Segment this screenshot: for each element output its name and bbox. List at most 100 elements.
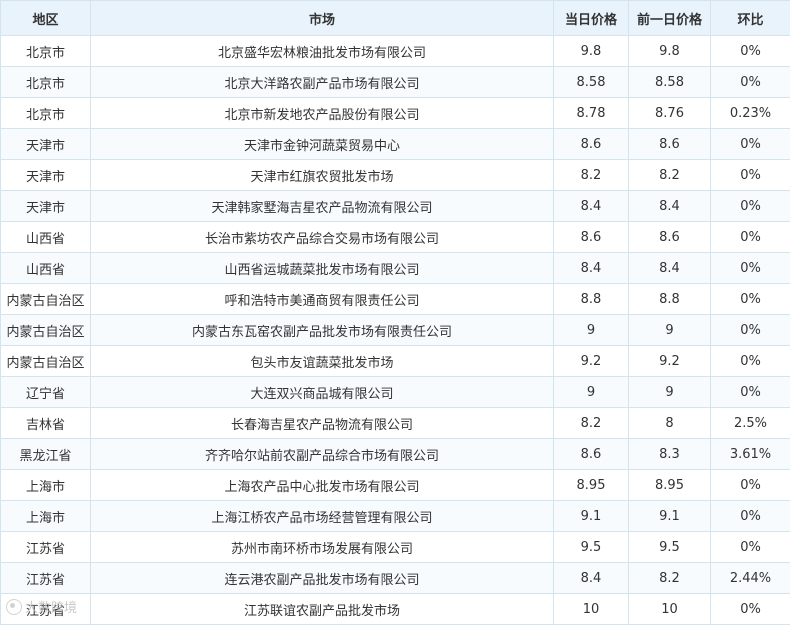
cell-change: 0%	[710, 283, 790, 315]
cell-market: 天津市金钟河蔬菜贸易中心	[90, 128, 554, 160]
cell-region: 天津市	[0, 128, 91, 160]
cell-change: 0%	[710, 593, 790, 625]
cell-prev-price: 8.95	[628, 469, 711, 501]
cell-change: 2.5%	[710, 407, 790, 439]
table-row: 江苏省 江苏联谊农副产品批发市场 10 10 0%	[0, 593, 790, 625]
cell-region: 内蒙古自治区	[0, 314, 91, 346]
cell-change: 0%	[710, 314, 790, 346]
table-row: 上海市 上海江桥农产品市场经营管理有限公司 9.1 9.1 0%	[0, 500, 790, 532]
table-row: 天津市 天津韩家墅海吉星农产品物流有限公司 8.4 8.4 0%	[0, 190, 790, 222]
cell-today-price: 10	[553, 593, 629, 625]
cell-region: 黑龙江省	[0, 438, 91, 470]
cell-prev-price: 8.8	[628, 283, 711, 315]
cell-prev-price: 9.2	[628, 345, 711, 377]
table-row: 江苏省 苏州市南环桥市场发展有限公司 9.5 9.5 0%	[0, 531, 790, 563]
cell-change: 0.23%	[710, 97, 790, 129]
cell-prev-price: 8.4	[628, 190, 711, 222]
cell-prev-price: 8.6	[628, 221, 711, 253]
cell-region: 辽宁省	[0, 376, 91, 408]
cell-market: 江苏联谊农副产品批发市场	[90, 593, 554, 625]
cell-market: 上海农产品中心批发市场有限公司	[90, 469, 554, 501]
cell-prev-price: 8.58	[628, 66, 711, 98]
cell-prev-price: 8.2	[628, 159, 711, 191]
header-change: 环比	[710, 0, 790, 36]
cell-prev-price: 9.1	[628, 500, 711, 532]
cell-today-price: 8.8	[553, 283, 629, 315]
cell-today-price: 8.2	[553, 407, 629, 439]
table-row: 吉林省 长春海吉星农产品物流有限公司 8.2 8 2.5%	[0, 407, 790, 439]
cell-region: 上海市	[0, 469, 91, 501]
table-row: 上海市 上海农产品中心批发市场有限公司 8.95 8.95 0%	[0, 469, 790, 501]
cell-region: 江苏省	[0, 593, 91, 625]
cell-market: 北京盛华宏林粮油批发市场有限公司	[90, 35, 554, 67]
cell-change: 0%	[710, 35, 790, 67]
cell-prev-price: 9.8	[628, 35, 711, 67]
cell-change: 2.44%	[710, 562, 790, 594]
cell-prev-price: 8.2	[628, 562, 711, 594]
cell-change: 0%	[710, 128, 790, 160]
cell-region: 山西省	[0, 221, 91, 253]
cell-prev-price: 8.6	[628, 128, 711, 160]
cell-market: 长春海吉星农产品物流有限公司	[90, 407, 554, 439]
cell-change: 0%	[710, 159, 790, 191]
cell-region: 上海市	[0, 500, 91, 532]
cell-prev-price: 8.4	[628, 252, 711, 284]
table-row: 内蒙古自治区 包头市友谊蔬菜批发市场 9.2 9.2 0%	[0, 345, 790, 377]
cell-change: 0%	[710, 469, 790, 501]
table-row: 天津市 天津市金钟河蔬菜贸易中心 8.6 8.6 0%	[0, 128, 790, 160]
header-prev-price: 前一日价格	[628, 0, 711, 36]
cell-region: 北京市	[0, 66, 91, 98]
table-row: 内蒙古自治区 内蒙古东瓦窑农副产品批发市场有限责任公司 9 9 0%	[0, 314, 790, 346]
header-market: 市场	[90, 0, 554, 36]
cell-market: 天津市红旗农贸批发市场	[90, 159, 554, 191]
table-row: 内蒙古自治区 呼和浩特市美通商贸有限责任公司 8.8 8.8 0%	[0, 283, 790, 315]
cell-today-price: 8.6	[553, 128, 629, 160]
cell-region: 天津市	[0, 190, 91, 222]
cell-today-price: 9.1	[553, 500, 629, 532]
cell-change: 0%	[710, 376, 790, 408]
cell-market: 连云港农副产品批发市场有限公司	[90, 562, 554, 594]
cell-region: 江苏省	[0, 562, 91, 594]
cell-today-price: 9	[553, 376, 629, 408]
cell-region: 江苏省	[0, 531, 91, 563]
cell-market: 内蒙古东瓦窑农副产品批发市场有限责任公司	[90, 314, 554, 346]
cell-market: 上海江桥农产品市场经营管理有限公司	[90, 500, 554, 532]
cell-market: 呼和浩特市美通商贸有限责任公司	[90, 283, 554, 315]
cell-today-price: 8.58	[553, 66, 629, 98]
cell-prev-price: 9	[628, 314, 711, 346]
cell-region: 内蒙古自治区	[0, 345, 91, 377]
cell-market: 北京市新发地农产品股份有限公司	[90, 97, 554, 129]
cell-region: 山西省	[0, 252, 91, 284]
table-header: 地区 市场 当日价格 前一日价格 环比	[0, 0, 790, 36]
cell-today-price: 9.8	[553, 35, 629, 67]
cell-prev-price: 8.3	[628, 438, 711, 470]
header-row: 地区 市场 当日价格 前一日价格 环比	[0, 0, 790, 36]
cell-prev-price: 10	[628, 593, 711, 625]
cell-prev-price: 8	[628, 407, 711, 439]
cell-region: 吉林省	[0, 407, 91, 439]
header-today-price: 当日价格	[553, 0, 629, 36]
table-row: 北京市 北京大洋路农副产品市场有限公司 8.58 8.58 0%	[0, 66, 790, 98]
table-row: 山西省 长治市紫坊农产品综合交易市场有限公司 8.6 8.6 0%	[0, 221, 790, 253]
cell-prev-price: 9	[628, 376, 711, 408]
cell-today-price: 9.2	[553, 345, 629, 377]
cell-change: 0%	[710, 190, 790, 222]
cell-today-price: 9	[553, 314, 629, 346]
cell-today-price: 8.6	[553, 221, 629, 253]
cell-prev-price: 9.5	[628, 531, 711, 563]
cell-today-price: 8.95	[553, 469, 629, 501]
table-row: 江苏省 连云港农副产品批发市场有限公司 8.4 8.2 2.44%	[0, 562, 790, 594]
cell-change: 0%	[710, 345, 790, 377]
cell-region: 天津市	[0, 159, 91, 191]
table-row: 北京市 北京盛华宏林粮油批发市场有限公司 9.8 9.8 0%	[0, 35, 790, 67]
cell-today-price: 8.4	[553, 252, 629, 284]
cell-market: 山西省运城蔬菜批发市场有限公司	[90, 252, 554, 284]
header-region: 地区	[0, 0, 91, 36]
table-row: 天津市 天津市红旗农贸批发市场 8.2 8.2 0%	[0, 159, 790, 191]
table-row: 黑龙江省 齐齐哈尔站前农副产品综合市场有限公司 8.6 8.3 3.61%	[0, 438, 790, 470]
cell-today-price: 8.78	[553, 97, 629, 129]
cell-region: 内蒙古自治区	[0, 283, 91, 315]
cell-market: 包头市友谊蔬菜批发市场	[90, 345, 554, 377]
cell-change: 3.61%	[710, 438, 790, 470]
cell-change: 0%	[710, 252, 790, 284]
